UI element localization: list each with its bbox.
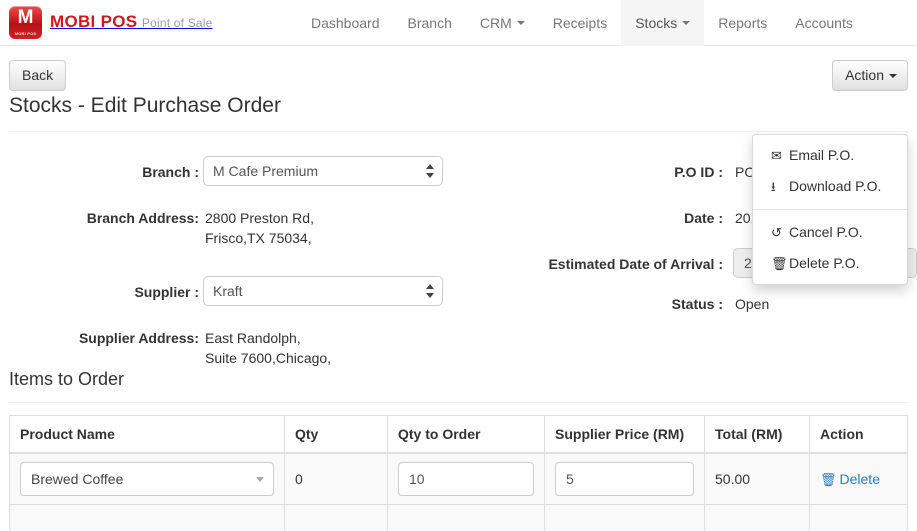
download-icon: ⭳ — [771, 179, 776, 194]
logo-mark-subtext: MOBI POS — [14, 31, 37, 36]
supplier-price-input[interactable] — [555, 462, 694, 496]
action-dropdown-button[interactable]: Action — [832, 60, 908, 91]
menu-item-label: Delete P.O. — [789, 255, 860, 271]
chevron-down-icon — [516, 21, 525, 25]
undo-icon: ↺ — [771, 225, 782, 240]
nav-label: Accounts — [795, 15, 853, 31]
delete-row-link[interactable]: 🗑 Delete — [820, 471, 880, 487]
status-label: Status : — [671, 296, 723, 312]
trash-icon: 🗑 — [771, 256, 788, 271]
eta-label: Estimated Date of Arrival : — [548, 256, 723, 272]
cell-qty: 0 — [284, 452, 388, 505]
envelope-icon: ✉ — [771, 148, 782, 163]
mobi-pos-logo-icon: M MOBI POS — [9, 6, 42, 39]
menu-item-download-po[interactable]: ⭳ Download P.O. — [753, 171, 907, 202]
branch-select[interactable]: M Cafe Premium — [203, 156, 443, 186]
cell-qty-to-order — [387, 504, 545, 531]
column-header-supplier-price: Supplier Price (RM) — [544, 415, 705, 454]
items-section-title: Items to Order — [9, 369, 125, 389]
branch-address-label: Branch Address: — [86, 210, 199, 226]
cell-product-name — [9, 504, 285, 531]
nav-label: Receipts — [552, 15, 608, 31]
branch-address-line2: Frisco,TX 75034, — [205, 230, 312, 246]
menu-item-email-po[interactable]: ✉ Email P.O. — [753, 140, 907, 171]
supplier-select[interactable]: Kraft — [203, 276, 443, 306]
logo-letter: M — [17, 7, 34, 28]
branch-address-line1: 2800 Preston Rd, — [205, 210, 314, 226]
brand-title: MOBI POS — [50, 12, 138, 31]
page-toolbar: Back Action — [9, 46, 908, 91]
chevron-down-icon — [256, 477, 264, 482]
page-title: Stocks - Edit Purchase Order — [9, 94, 281, 117]
supplier-address-label: Supplier Address: — [78, 330, 199, 346]
items-table-header-row: Product Name Qty Qty to Order Supplier P… — [9, 415, 908, 454]
cell-total — [704, 504, 810, 531]
items-to-order-table: Product Name Qty Qty to Order Supplier P… — [9, 415, 908, 531]
main-nav: Dashboard Branch CRM Receipts Stocks Rep… — [297, 0, 867, 46]
cell-product-name: Brewed Coffee — [9, 452, 285, 505]
supplier-address-line2: Suite 7600,Chicago, — [205, 350, 332, 366]
menu-divider — [753, 209, 907, 210]
column-header-action: Action — [809, 415, 908, 454]
cell-qty-to-order — [387, 452, 545, 505]
nav-item-receipts[interactable]: Receipts — [539, 0, 621, 46]
nav-label: Branch — [407, 15, 452, 31]
status-value: Open — [735, 296, 770, 312]
cell-action: 🗑 Delete — [809, 452, 908, 505]
nav-label: Reports — [718, 15, 768, 31]
nav-item-branch[interactable]: Branch — [394, 0, 466, 46]
supplier-label: Supplier : — [134, 284, 199, 300]
trash-icon: 🗑 — [820, 471, 837, 487]
column-header-qty: Qty — [284, 415, 388, 454]
brand-text: MOBI POS Point of Sale — [50, 13, 213, 32]
menu-item-label: Download P.O. — [789, 178, 882, 194]
action-dropdown-menu: ✉ Email P.O. ⭳ Download P.O. ↺ Cancel P.O. … — [752, 134, 908, 285]
cell-supplier-price — [544, 452, 705, 505]
nav-item-stocks[interactable]: Stocks — [621, 0, 705, 46]
table-row: Brewed Coffee 0 50.00 🗑Delete — [9, 452, 908, 505]
branch-address-value: 2800 Preston Rd, Frisco,TX 75034, — [205, 208, 445, 248]
cell-total: 50.00 — [704, 452, 810, 505]
menu-item-label: Cancel P.O. — [789, 224, 863, 240]
cell-supplier-price — [544, 504, 705, 531]
po-id-label: P.O ID : — [674, 164, 723, 180]
items-table-body: Brewed Coffee 0 50.00 🗑Delete — [9, 452, 908, 531]
date-label: Date : — [684, 210, 723, 226]
product-name-select[interactable]: Brewed Coffee — [20, 462, 274, 496]
nav-item-reports[interactable]: Reports — [704, 0, 781, 46]
column-header-qty-to-order: Qty to Order — [387, 415, 545, 454]
brand-logo-link[interactable]: M MOBI POS MOBI POS Point of Sale — [0, 0, 213, 45]
items-divider — [9, 402, 908, 403]
cell-qty — [284, 504, 388, 531]
menu-item-label: Email P.O. — [789, 147, 855, 163]
nav-item-crm[interactable]: CRM — [466, 0, 539, 46]
column-header-product-name: Product Name — [9, 415, 285, 454]
qty-to-order-input[interactable] — [398, 462, 534, 496]
items-table-head: Product Name Qty Qty to Order Supplier P… — [9, 415, 908, 454]
nav-label: Dashboard — [311, 15, 380, 31]
nav-item-dashboard[interactable]: Dashboard — [297, 0, 394, 46]
chevron-down-icon — [682, 21, 691, 25]
column-header-total: Total (RM) — [704, 415, 810, 454]
top-navbar: M MOBI POS MOBI POS Point of Sale Dashbo… — [0, 0, 917, 46]
back-button[interactable]: Back — [9, 60, 67, 91]
delete-label: Delete — [839, 470, 880, 487]
chevron-down-icon — [889, 74, 897, 79]
supplier-address-value: East Randolph, Suite 7600,Chicago, — [205, 328, 455, 368]
product-name-value: Brewed Coffee — [31, 471, 124, 487]
cell-action — [809, 504, 908, 531]
table-row — [9, 504, 908, 531]
nav-label: CRM — [479, 15, 512, 31]
nav-label: Stocks — [635, 15, 678, 31]
branch-label: Branch : — [142, 164, 199, 180]
action-button-label: Action — [845, 67, 884, 83]
menu-item-delete-po[interactable]: 🗑Delete P.O. — [753, 248, 907, 279]
brand-subtitle: Point of Sale — [141, 16, 213, 30]
supplier-address-line1: East Randolph, — [205, 330, 301, 346]
page-container: Back Action Stocks - Edit Purchase Order… — [0, 46, 917, 531]
menu-item-cancel-po[interactable]: ↺ Cancel P.O. — [753, 217, 907, 248]
nav-item-accounts[interactable]: Accounts — [781, 0, 867, 46]
